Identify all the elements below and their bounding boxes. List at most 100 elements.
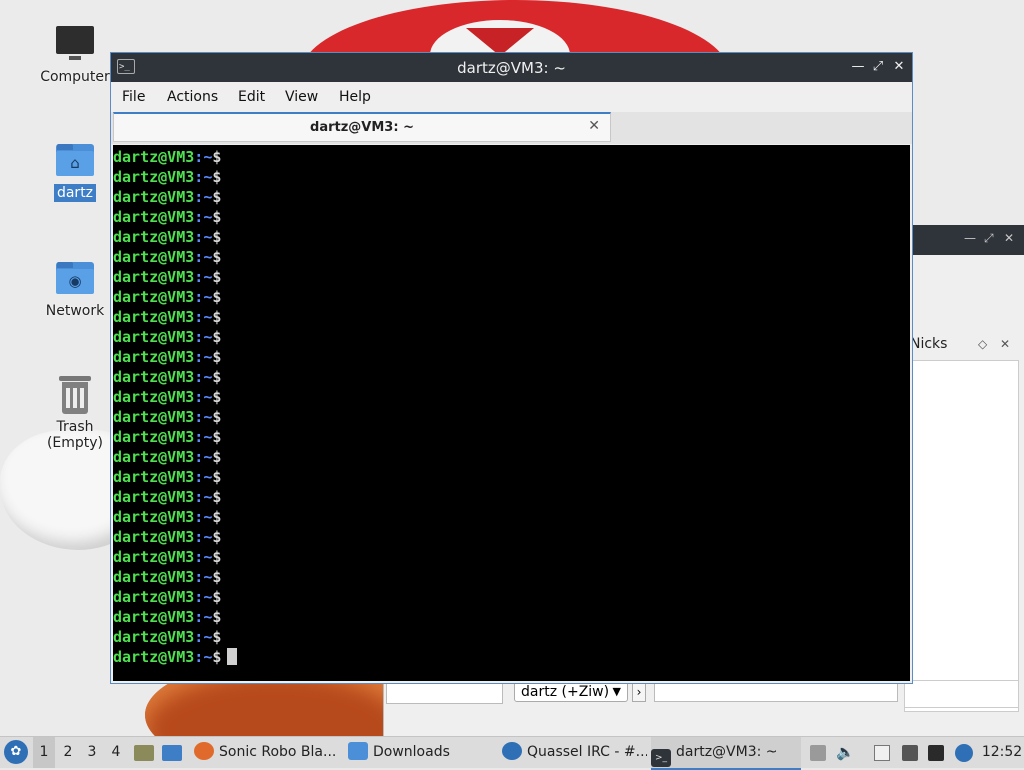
prompt-path: ~ — [203, 588, 213, 606]
prompt-user-host: dartz@VM3 — [113, 368, 195, 386]
task-terminal[interactable]: >_ dartz@VM3: ~ — [651, 737, 801, 770]
show-desktop-icon[interactable] — [162, 745, 182, 761]
task-quassel[interactable]: Quassel IRC - #... — [502, 737, 647, 768]
prompt-separator: : — [194, 388, 204, 406]
volume-icon[interactable]: 🔈 — [836, 737, 855, 768]
prompt-separator: : — [194, 648, 204, 666]
prompt-path: ~ — [203, 368, 213, 386]
prompt-path: ~ — [203, 188, 213, 206]
menu-help[interactable]: Help — [339, 89, 371, 105]
menu-actions[interactable]: Actions — [167, 89, 218, 105]
prompt-path: ~ — [203, 488, 213, 506]
tab-terminal[interactable]: dartz@VM3: ~ ✕ — [113, 112, 611, 142]
prompt-line: dartz@VM3:~$ — [113, 207, 910, 227]
prompt-path: ~ — [203, 308, 213, 326]
float-dock-icon[interactable]: ◇ — [978, 330, 987, 358]
nicks-list[interactable] — [904, 360, 1019, 712]
prompt-symbol: $ — [212, 488, 222, 506]
prompt-user-host: dartz@VM3 — [113, 328, 195, 346]
close-icon[interactable]: ✕ — [1004, 231, 1014, 245]
close-dock-icon[interactable]: ✕ — [1000, 330, 1010, 358]
quassel-icon — [502, 742, 522, 760]
workspace-3[interactable]: 3 — [81, 737, 103, 768]
prompt-symbol: $ — [212, 548, 222, 566]
workspace-4[interactable]: 4 — [105, 737, 127, 768]
terminal-window[interactable]: >_ dartz@VM3: ~ — ⤢ ✕ File Actions Edit … — [110, 52, 913, 684]
menu-view[interactable]: View — [285, 89, 318, 105]
text-cursor — [227, 648, 238, 665]
prompt-symbol: $ — [212, 608, 222, 626]
clock[interactable]: 12:52 — [980, 737, 1024, 768]
prompt-separator: : — [194, 588, 204, 606]
prompt-line: dartz@VM3:~$ — [113, 327, 910, 347]
prompt-separator: : — [194, 188, 204, 206]
quassel-tray-icon[interactable] — [955, 744, 973, 762]
prompt-symbol: $ — [212, 228, 222, 246]
prompt-path: ~ — [203, 508, 213, 526]
prompt-line: dartz@VM3:~$ — [113, 467, 910, 487]
start-menu-button[interactable]: ✿ — [4, 740, 28, 764]
menu-bar: File Actions Edit View Help — [111, 82, 912, 112]
prompt-path: ~ — [203, 408, 213, 426]
desktop-icon-label: Computer — [40, 69, 110, 85]
prompt-symbol: $ — [212, 328, 222, 346]
prompt-user-host: dartz@VM3 — [113, 608, 195, 626]
terminal-titlebar[interactable]: >_ dartz@VM3: ~ — ⤢ ✕ — [111, 53, 912, 82]
prompt-symbol: $ — [212, 168, 222, 186]
terminal-output[interactable]: dartz@VM3:~$ dartz@VM3:~$ dartz@VM3:~$ dart… — [113, 145, 910, 681]
menu-edit[interactable]: Edit — [238, 89, 265, 105]
prompt-path: ~ — [203, 388, 213, 406]
prompt-symbol: $ — [212, 348, 222, 366]
minimize-icon[interactable]: — — [964, 231, 976, 245]
scroll-indicator-icon[interactable] — [810, 745, 826, 761]
prompt-user-host: dartz@VM3 — [113, 248, 195, 266]
prompt-path: ~ — [203, 288, 213, 306]
prompt-user-host: dartz@VM3 — [113, 308, 195, 326]
prompt-path: ~ — [203, 608, 213, 626]
prompt-separator: : — [194, 308, 204, 326]
prompt-line: dartz@VM3:~$ — [113, 347, 910, 367]
task-downloads[interactable]: Downloads — [348, 737, 496, 768]
clipboard-icon[interactable] — [874, 745, 890, 761]
prompt-user-host: dartz@VM3 — [113, 228, 195, 246]
prompt-user-host: dartz@VM3 — [113, 508, 195, 526]
prompt-line: dartz@VM3:~$ — [113, 647, 910, 667]
network-monitor-icon[interactable] — [928, 745, 944, 761]
minimize-icon[interactable]: — — [850, 58, 866, 76]
nicks-dock: Nicks ◇ ✕ — [904, 330, 1024, 712]
prompt-line: dartz@VM3:~$ — [113, 407, 910, 427]
prompt-symbol: $ — [212, 188, 222, 206]
prompt-line: dartz@VM3:~$ — [113, 607, 910, 627]
prompt-symbol: $ — [212, 468, 222, 486]
nick-selector-value: dartz (+Ziw) — [521, 684, 610, 700]
prompt-symbol: $ — [212, 588, 222, 606]
prompt-path: ~ — [203, 268, 213, 286]
display-icon[interactable] — [902, 745, 918, 761]
terminal-icon: >_ — [651, 749, 671, 767]
prompt-separator: : — [194, 488, 204, 506]
workspace-1[interactable]: 1 — [33, 737, 55, 768]
maximize-icon[interactable]: ⤢ — [984, 231, 994, 246]
prompt-user-host: dartz@VM3 — [113, 208, 195, 226]
folder-icon — [348, 742, 368, 760]
prompt-path: ~ — [203, 448, 213, 466]
network-folder-icon: ◉ — [55, 258, 95, 298]
prompt-separator: : — [194, 328, 204, 346]
task-sonic-robo-blast[interactable]: Sonic Robo Bla... — [194, 737, 342, 768]
close-icon[interactable]: ✕ — [891, 58, 907, 76]
prompt-symbol: $ — [212, 148, 222, 166]
taskbar: ✿ 1 2 3 4 Sonic Robo Bla... Downloads Qu… — [0, 736, 1024, 770]
chevron-down-icon: ▼ — [612, 685, 621, 698]
prompt-user-host: dartz@VM3 — [113, 408, 195, 426]
maximize-icon[interactable]: ⤢ — [870, 58, 886, 76]
menu-file[interactable]: File — [122, 89, 145, 105]
prompt-symbol: $ — [212, 508, 222, 526]
prompt-symbol: $ — [212, 308, 222, 326]
workspace-2[interactable]: 2 — [57, 737, 79, 768]
prompt-line: dartz@VM3:~$ — [113, 487, 910, 507]
prompt-symbol: $ — [212, 628, 222, 646]
file-manager-launcher-icon[interactable] — [134, 745, 154, 761]
prompt-user-host: dartz@VM3 — [113, 588, 195, 606]
task-label: Sonic Robo Bla... — [219, 744, 337, 760]
close-tab-icon[interactable]: ✕ — [588, 118, 600, 134]
